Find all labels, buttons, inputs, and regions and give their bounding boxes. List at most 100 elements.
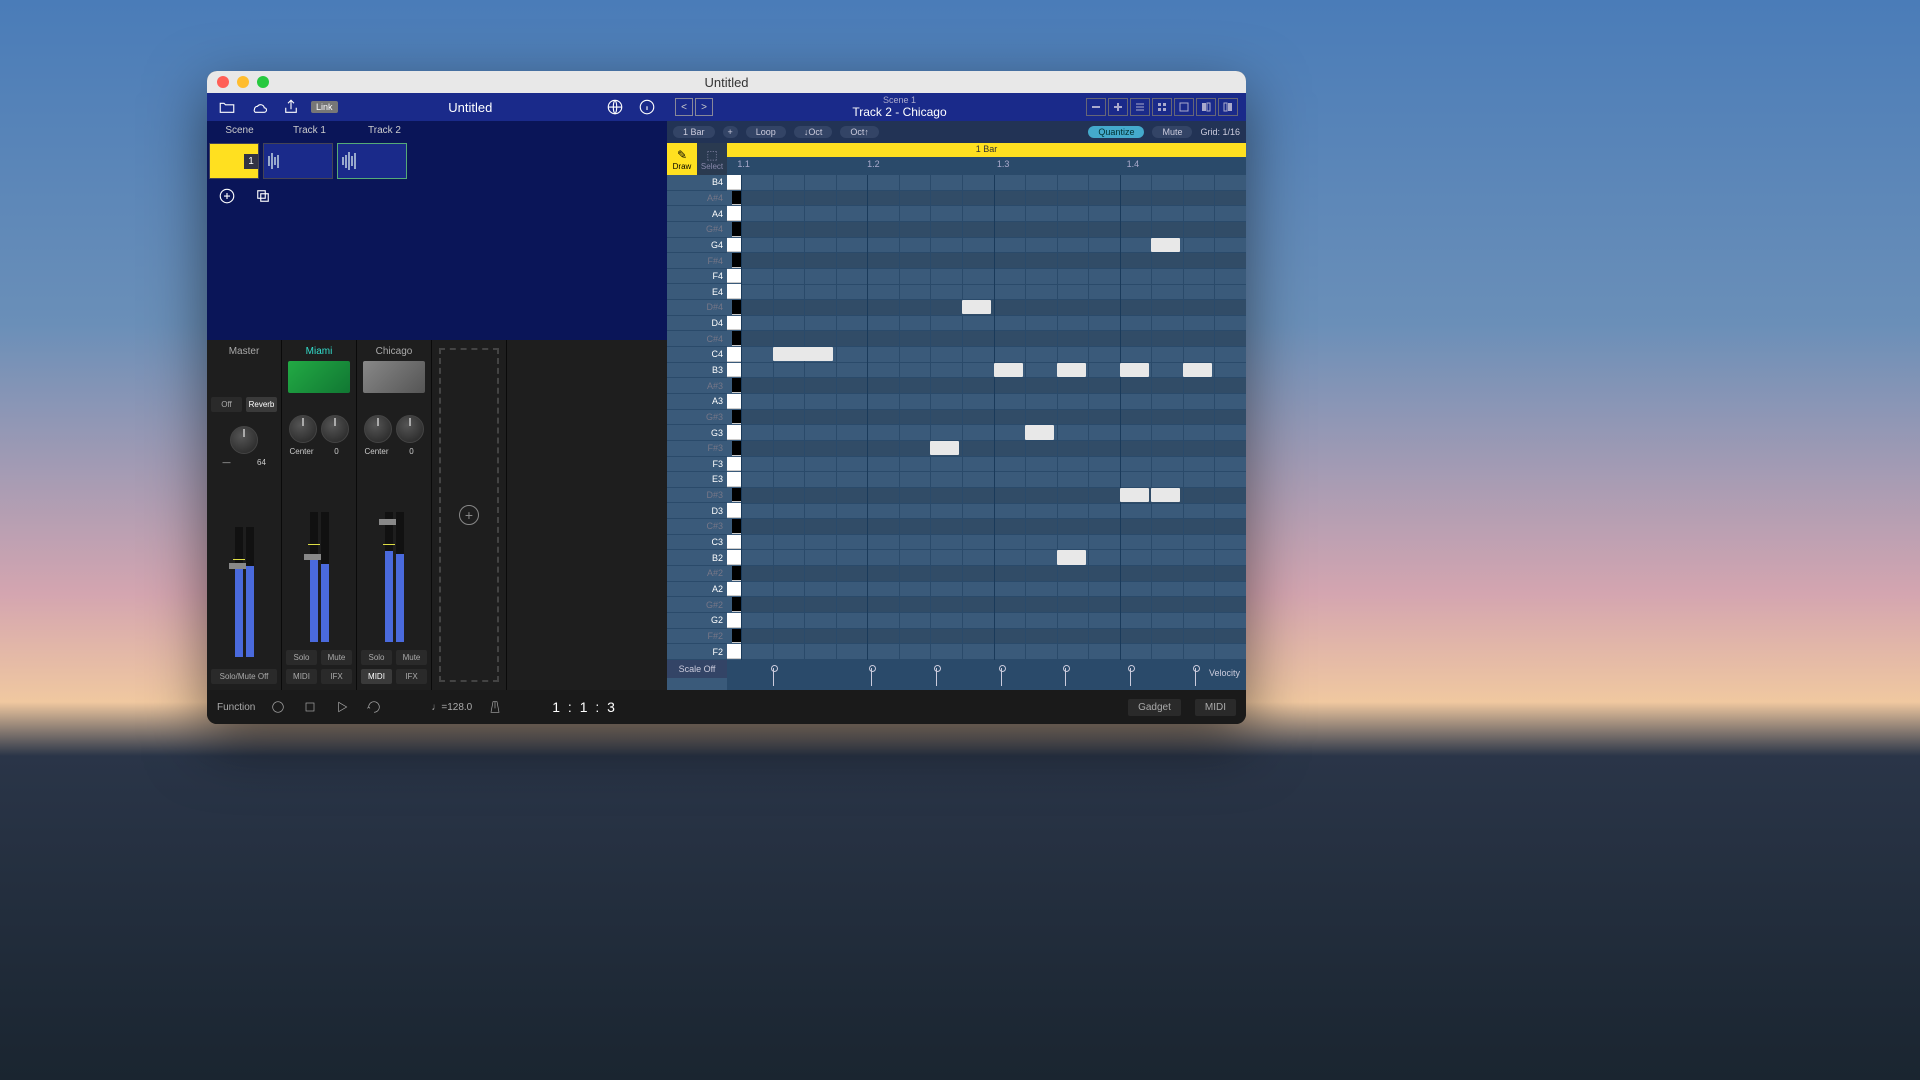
play-button[interactable] (333, 698, 351, 716)
master-off-button[interactable]: Off (211, 397, 242, 412)
piano-key-G#3[interactable]: G#3 (667, 410, 727, 426)
piano-key-C4[interactable]: C4 (667, 347, 727, 363)
velocity-stem[interactable] (936, 668, 937, 686)
velocity-stem[interactable] (1065, 668, 1066, 686)
add-bar-button[interactable]: + (723, 126, 738, 138)
zoom-in-button[interactable] (1108, 98, 1128, 116)
piano-key-F#2[interactable]: F#2 (667, 629, 727, 645)
track1-header[interactable]: Track 1 (272, 121, 347, 141)
gadget-button[interactable]: Gadget (1128, 699, 1181, 716)
clip-track1[interactable] (263, 143, 333, 179)
view-btn-4[interactable] (1152, 98, 1172, 116)
oct-down-button[interactable]: ↓Oct (794, 126, 833, 138)
grid-label[interactable]: Grid: 1/16 (1200, 127, 1240, 137)
piano-key-G2[interactable]: G2 (667, 613, 727, 629)
link-badge[interactable]: Link (311, 101, 338, 113)
track2-pan-knob[interactable] (364, 415, 392, 443)
piano-key-C#4[interactable]: C#4 (667, 331, 727, 347)
midi-note[interactable] (994, 363, 1023, 377)
close-button[interactable] (217, 76, 229, 88)
velocity-stem[interactable] (1195, 668, 1196, 686)
piano-roll-grid[interactable]: 1 Bar 1.11.21.31.4 (727, 143, 1246, 660)
piano-key-G#2[interactable]: G#2 (667, 597, 727, 613)
minimize-button[interactable] (237, 76, 249, 88)
piano-key-D4[interactable]: D4 (667, 316, 727, 332)
midi-note[interactable] (1151, 238, 1180, 252)
loop-icon[interactable] (365, 698, 383, 716)
track2-ifx[interactable]: IFX (396, 669, 427, 684)
share-icon[interactable] (279, 95, 303, 119)
piano-key-B4[interactable]: B4 (667, 175, 727, 191)
midi-note[interactable] (773, 347, 834, 361)
clip-track2[interactable] (337, 143, 407, 179)
pr-ruler[interactable]: 1 Bar (727, 143, 1246, 157)
mute-button[interactable]: Mute (1152, 126, 1192, 138)
piano-key-G#4[interactable]: G#4 (667, 222, 727, 238)
draw-tool[interactable]: ✎Draw (667, 143, 697, 175)
metronome-icon[interactable] (486, 698, 504, 716)
bars-pill[interactable]: 1 Bar (673, 126, 715, 138)
globe-icon[interactable] (603, 95, 627, 119)
loop-button[interactable]: Loop (746, 126, 786, 138)
add-scene-button[interactable] (215, 184, 239, 208)
piano-key-B2[interactable]: B2 (667, 550, 727, 566)
info-icon[interactable] (635, 95, 659, 119)
midi-note[interactable] (1057, 550, 1086, 564)
piano-key-D#4[interactable]: D#4 (667, 300, 727, 316)
piano-key-E4[interactable]: E4 (667, 284, 727, 300)
arrangement-area[interactable] (207, 211, 667, 340)
track1-fader[interactable] (286, 460, 352, 646)
track2-thumb[interactable] (363, 361, 425, 393)
track2-midi[interactable]: MIDI (361, 669, 392, 684)
piano-key-F#3[interactable]: F#3 (667, 441, 727, 457)
piano-key-F3[interactable]: F3 (667, 457, 727, 473)
track1-midi[interactable]: MIDI (286, 669, 317, 684)
piano-key-A3[interactable]: A3 (667, 394, 727, 410)
add-track-button[interactable]: + (439, 348, 499, 682)
piano-key-F#4[interactable]: F#4 (667, 253, 727, 269)
maximize-button[interactable] (257, 76, 269, 88)
scene-cell[interactable]: 1 (209, 143, 259, 179)
cloud-icon[interactable] (247, 95, 271, 119)
piano-key-C#3[interactable]: C#3 (667, 519, 727, 535)
track1-solo[interactable]: Solo (286, 650, 317, 665)
master-fader[interactable] (211, 471, 277, 661)
master-reverb-button[interactable]: Reverb (246, 397, 277, 412)
tempo-display[interactable]: ♩=128.0 (431, 702, 472, 713)
piano-key-C3[interactable]: C3 (667, 535, 727, 551)
track1-thumb[interactable] (288, 361, 350, 393)
midi-note[interactable] (1120, 488, 1149, 502)
piano-key-B3[interactable]: B3 (667, 363, 727, 379)
scale-off-button[interactable]: Scale Off (667, 660, 727, 678)
velocity-stem[interactable] (871, 668, 872, 686)
midi-note[interactable] (1057, 363, 1086, 377)
midi-button[interactable]: MIDI (1195, 699, 1236, 716)
next-button[interactable]: > (695, 98, 713, 116)
piano-key-A4[interactable]: A4 (667, 206, 727, 222)
track1-send-knob[interactable] (321, 415, 349, 443)
titlebar[interactable]: Untitled (207, 71, 1246, 93)
record-button[interactable] (269, 698, 287, 716)
piano-key-G3[interactable]: G3 (667, 425, 727, 441)
piano-key-A#3[interactable]: A#3 (667, 378, 727, 394)
midi-note[interactable] (1151, 488, 1180, 502)
track1-pan-knob[interactable] (289, 415, 317, 443)
oct-up-button[interactable]: Oct↑ (840, 126, 879, 138)
piano-keys[interactable]: B4A#4A4G#4G4F#4F4E4D#4D4C#4C4B3A#3A3G#3G… (667, 175, 727, 660)
solo-mute-off-button[interactable]: Solo/Mute Off (211, 669, 277, 684)
view-btn-3[interactable] (1130, 98, 1150, 116)
piano-key-D#3[interactable]: D#3 (667, 488, 727, 504)
track2-fader[interactable] (361, 460, 427, 646)
prev-button[interactable]: < (675, 98, 693, 116)
beat-ruler[interactable]: 1.11.21.31.4 (727, 157, 1246, 175)
view-btn-6[interactable] (1196, 98, 1216, 116)
midi-note[interactable] (962, 300, 991, 314)
piano-key-G4[interactable]: G4 (667, 238, 727, 254)
midi-note[interactable] (1183, 363, 1212, 377)
track2-solo[interactable]: Solo (361, 650, 392, 665)
piano-key-A#2[interactable]: A#2 (667, 566, 727, 582)
midi-note[interactable] (1120, 363, 1149, 377)
function-button[interactable]: Function (217, 702, 255, 713)
piano-key-F2[interactable]: F2 (667, 644, 727, 660)
zoom-out-button[interactable] (1086, 98, 1106, 116)
